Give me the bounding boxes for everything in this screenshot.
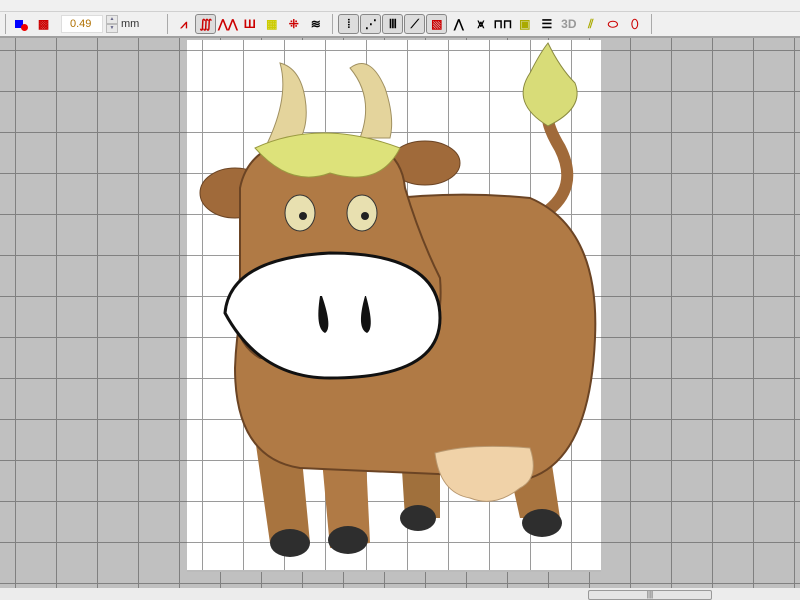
3d-button[interactable]: 3D bbox=[558, 14, 579, 34]
scrollbar-thumb[interactable]: ||| bbox=[588, 590, 712, 600]
triple-zigzag-icon[interactable]: ⋀⋀ bbox=[217, 14, 238, 34]
zigzag-stitch-icon[interactable]: ⩘ bbox=[173, 14, 194, 34]
spacing-input[interactable]: 0.49 bbox=[61, 15, 103, 33]
fan-stitch-icon[interactable]: Ⅲ bbox=[382, 14, 404, 34]
contour-icon[interactable]: ⬯ bbox=[624, 14, 645, 34]
outline-icon[interactable]: ⬭ bbox=[602, 14, 623, 34]
eye-right bbox=[346, 194, 378, 232]
satin-stitch-icon[interactable]: ∭ bbox=[195, 14, 217, 34]
cow-embroidery-design[interactable] bbox=[0, 38, 800, 588]
horizontal-scrollbar[interactable]: ||| bbox=[0, 588, 800, 600]
gradient-stitch-icon[interactable]: ▧ bbox=[426, 14, 448, 34]
design-canvas[interactable] bbox=[0, 38, 800, 588]
hoof bbox=[400, 505, 436, 531]
pattern-color-icon[interactable]: ▩ bbox=[33, 14, 54, 34]
cross-stitch-icon[interactable]: ⁜ bbox=[283, 14, 304, 34]
cow-tail bbox=[541, 117, 574, 218]
e-stitch-icon[interactable]: Ш bbox=[239, 14, 260, 34]
radial-stitch-icon[interactable]: ⟋ bbox=[404, 14, 426, 34]
triangle-stitch-icon[interactable]: ⋀ bbox=[448, 14, 469, 34]
grid-fill-icon[interactable]: ⦙ bbox=[338, 14, 360, 34]
jagged-stitch-icon[interactable]: ⩙ bbox=[470, 14, 491, 34]
color-shape-icon[interactable] bbox=[11, 14, 32, 34]
tail-tuft bbox=[522, 42, 578, 127]
eye-left bbox=[284, 194, 316, 232]
horn-right bbox=[349, 63, 393, 139]
stitch-toolbar: ▩ 0.49 ▲ ▼ mm ⩘ ∭ ⋀⋀ Ш ▦ ⁜ ≋ ⦙ ⋰ Ⅲ ⟋ ▧ ⋀ … bbox=[0, 12, 800, 38]
motif-icon[interactable]: ⫽ bbox=[580, 14, 601, 34]
hoof bbox=[522, 509, 562, 537]
fill-stitch-icon[interactable]: ▦ bbox=[261, 14, 282, 34]
wave-stitch-icon[interactable]: ≋ bbox=[305, 14, 326, 34]
spiral-stitch-icon[interactable]: ▣ bbox=[514, 14, 535, 34]
unit-label: mm bbox=[121, 18, 140, 30]
angle-lines-icon[interactable]: ⋰ bbox=[360, 14, 382, 34]
lines-stitch-icon[interactable]: ☰ bbox=[536, 14, 557, 34]
spacing-stepper[interactable]: ▲ ▼ bbox=[106, 15, 118, 33]
main-toolbar bbox=[0, 0, 800, 12]
hoof bbox=[328, 526, 368, 554]
hoof bbox=[270, 529, 310, 557]
meander-stitch-icon[interactable]: ⊓⊓ bbox=[492, 14, 513, 34]
